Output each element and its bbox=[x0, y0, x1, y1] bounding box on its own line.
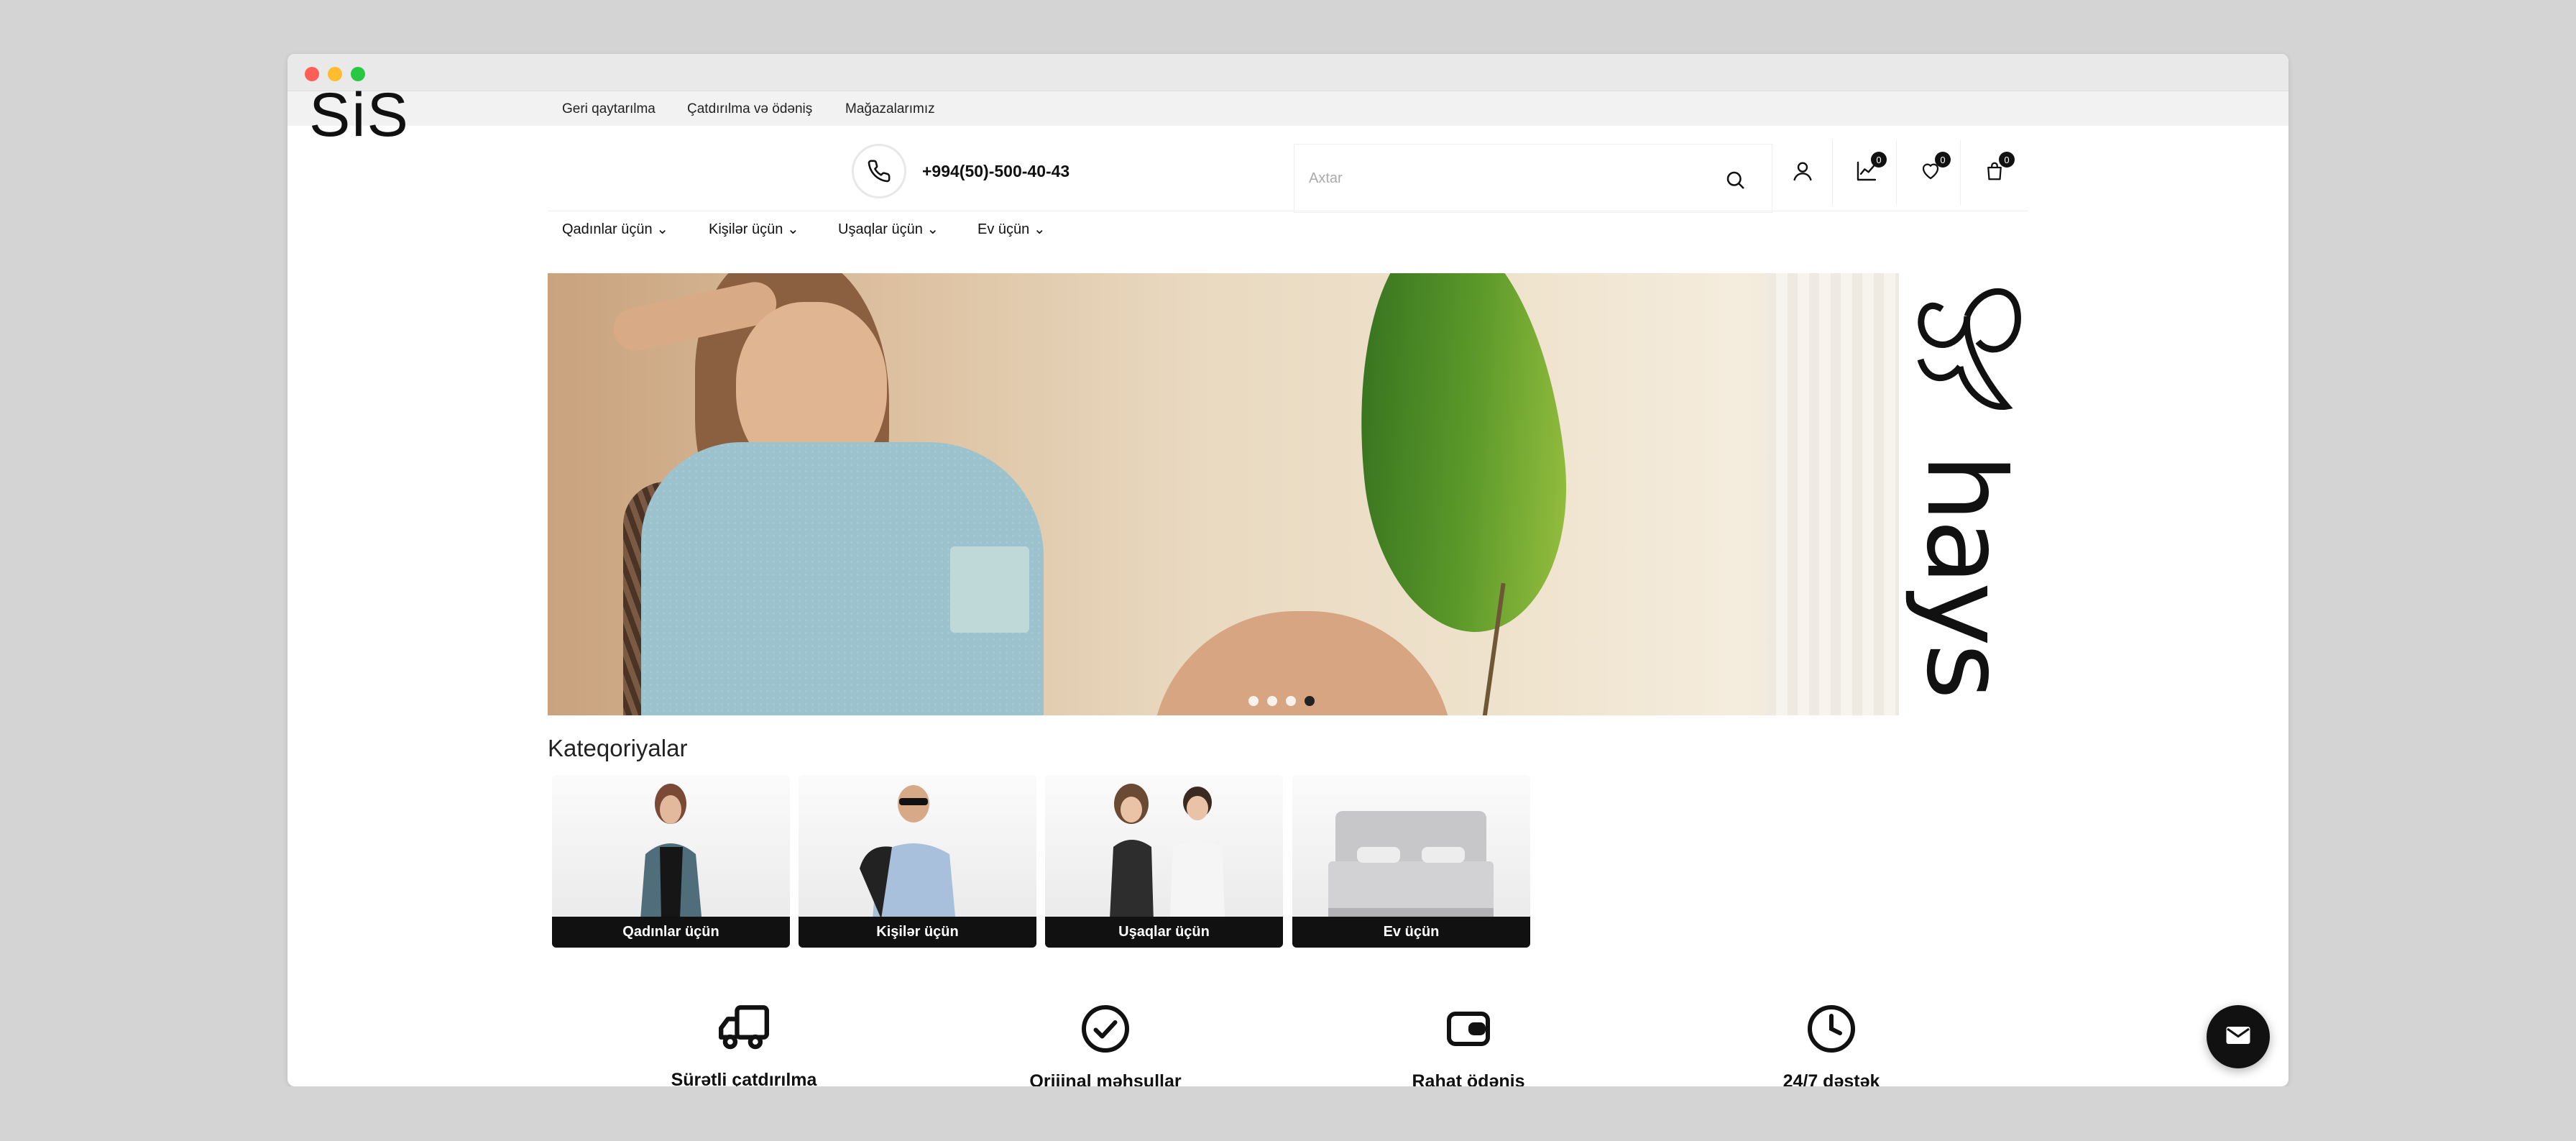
wishlist-button[interactable]: 0 bbox=[1900, 140, 1961, 205]
brand-logo-panel: hays bbox=[1899, 273, 2028, 719]
compare-button[interactable]: 0 bbox=[1836, 140, 1897, 205]
nav-item-kids[interactable]: Uşaqlar üçün ⌄ bbox=[838, 220, 939, 238]
nav-item-home[interactable]: Ev üçün ⌄ bbox=[978, 220, 1046, 238]
mail-icon bbox=[2225, 1025, 2251, 1049]
wallet-icon bbox=[1443, 1012, 1494, 1058]
category-label: Uşaqlar üçün bbox=[1045, 917, 1283, 948]
desktop-background-bottom bbox=[0, 1086, 2576, 1141]
slider-dot[interactable] bbox=[1248, 696, 1259, 706]
nav-label: Kişilər üçün bbox=[709, 221, 783, 237]
hero-image-curtain bbox=[1766, 273, 1899, 715]
category-label: Kişilər üçün bbox=[799, 917, 1036, 948]
chevron-down-icon: ⌄ bbox=[656, 221, 668, 237]
nav-item-women[interactable]: Qadınlar üçün ⌄ bbox=[562, 220, 668, 238]
delivery-payment-link[interactable]: Çatdırılma və ödəniş bbox=[687, 101, 812, 117]
truck-icon bbox=[716, 1005, 772, 1056]
category-card-men[interactable]: Kişilər üçün bbox=[799, 775, 1036, 948]
maximize-window-button[interactable] bbox=[351, 67, 365, 81]
hero-banner[interactable] bbox=[548, 273, 1899, 715]
feature-easy-payment: Rahat ödəniş bbox=[1325, 1003, 1612, 1092]
compare-count-badge: 0 bbox=[1871, 152, 1887, 168]
cart-count-badge: 0 bbox=[1999, 152, 2015, 168]
feature-support-24-7: 24/7 dəstək bbox=[1688, 1003, 1975, 1092]
chevron-down-icon: ⌄ bbox=[926, 221, 939, 237]
nav-label: Qadınlar üçün bbox=[562, 221, 653, 237]
search-input[interactable] bbox=[1294, 145, 1726, 212]
stores-link[interactable]: Mağazalarımız bbox=[845, 101, 935, 117]
feature-original-products: Orijinal məhsullar bbox=[962, 1003, 1249, 1092]
category-label: Ev üçün bbox=[1292, 917, 1530, 948]
brand-name: hays bbox=[1903, 454, 2028, 697]
window-titlebar bbox=[288, 54, 2288, 91]
category-card-home[interactable]: Ev üçün bbox=[1292, 775, 1530, 948]
contact-mail-button[interactable] bbox=[2207, 1005, 2270, 1068]
clock-icon bbox=[1806, 1005, 1857, 1058]
wishlist-count-badge: 0 bbox=[1935, 152, 1951, 168]
nav-label: Ev üçün bbox=[978, 221, 1030, 237]
user-icon bbox=[1791, 160, 1814, 186]
slider-dot[interactable] bbox=[1267, 696, 1277, 706]
minimize-window-button[interactable] bbox=[328, 67, 342, 81]
check-circle-icon bbox=[1080, 1005, 1131, 1058]
slider-dots bbox=[1248, 696, 1315, 706]
slider-dot[interactable] bbox=[1286, 696, 1296, 706]
nav-label: Uşaqlar üçün bbox=[838, 221, 923, 237]
site-logo[interactable]: SiS bbox=[309, 84, 410, 146]
top-links-bar: Geri qaytarılma Çatdırılma və ödəniş Mağ… bbox=[288, 91, 2288, 126]
feature-fast-delivery: Sürətli çatdırılma bbox=[600, 1003, 888, 1091]
account-button[interactable] bbox=[1772, 140, 1833, 205]
brand-wordmark: hays bbox=[1903, 439, 2028, 712]
phone-number[interactable]: +994(50)-500-40-43 bbox=[922, 162, 1070, 181]
close-window-button[interactable] bbox=[305, 67, 319, 81]
cart-button[interactable]: 0 bbox=[1964, 140, 2025, 205]
category-card-women[interactable]: Qadınlar üçün bbox=[552, 775, 790, 948]
chevron-down-icon: ⌄ bbox=[1033, 221, 1046, 237]
hero-image-pocket bbox=[950, 546, 1029, 633]
returns-link[interactable]: Geri qaytarılma bbox=[562, 101, 656, 117]
phone-icon bbox=[844, 136, 914, 206]
search-box bbox=[1294, 144, 1772, 213]
category-card-kids[interactable]: Uşaqlar üçün bbox=[1045, 775, 1283, 948]
nav-item-men[interactable]: Kişilər üçün ⌄ bbox=[709, 220, 799, 238]
search-icon[interactable] bbox=[1724, 169, 1746, 194]
category-label: Qadınlar üçün bbox=[552, 917, 790, 948]
categories-title: Kateqoriyalar bbox=[548, 735, 688, 761]
hero-image-leaf bbox=[1339, 273, 1582, 643]
slider-dot-active[interactable] bbox=[1305, 696, 1315, 706]
chevron-down-icon: ⌄ bbox=[786, 221, 799, 237]
